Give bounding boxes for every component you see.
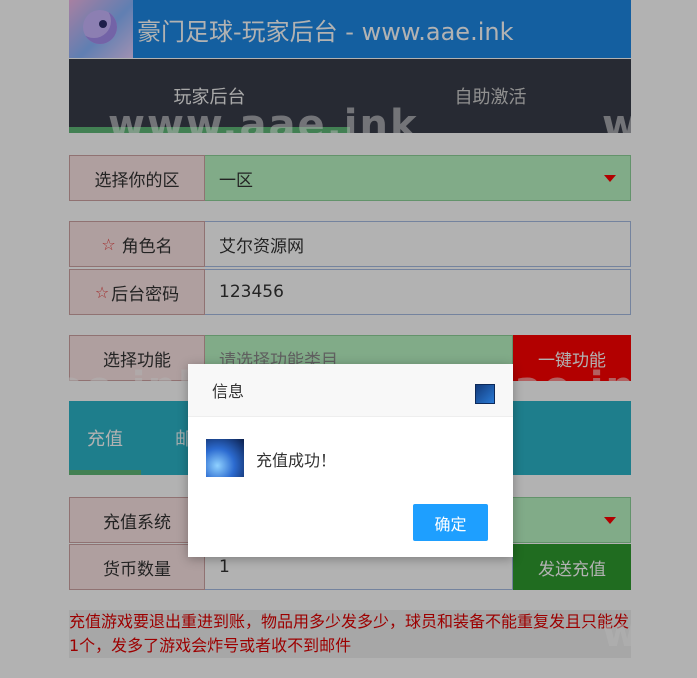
modal-overlay bbox=[0, 0, 697, 678]
dialog-header: 信息 bbox=[188, 364, 513, 417]
close-icon[interactable] bbox=[475, 384, 495, 404]
success-icon bbox=[206, 439, 244, 477]
dialog-body: 充值成功！ bbox=[188, 417, 513, 503]
dialog-title: 信息 bbox=[212, 382, 245, 401]
dialog-message: 充值成功！ bbox=[256, 451, 337, 470]
info-dialog: 信息 充值成功！ 确定 bbox=[188, 364, 513, 557]
ok-button[interactable]: 确定 bbox=[413, 504, 488, 541]
